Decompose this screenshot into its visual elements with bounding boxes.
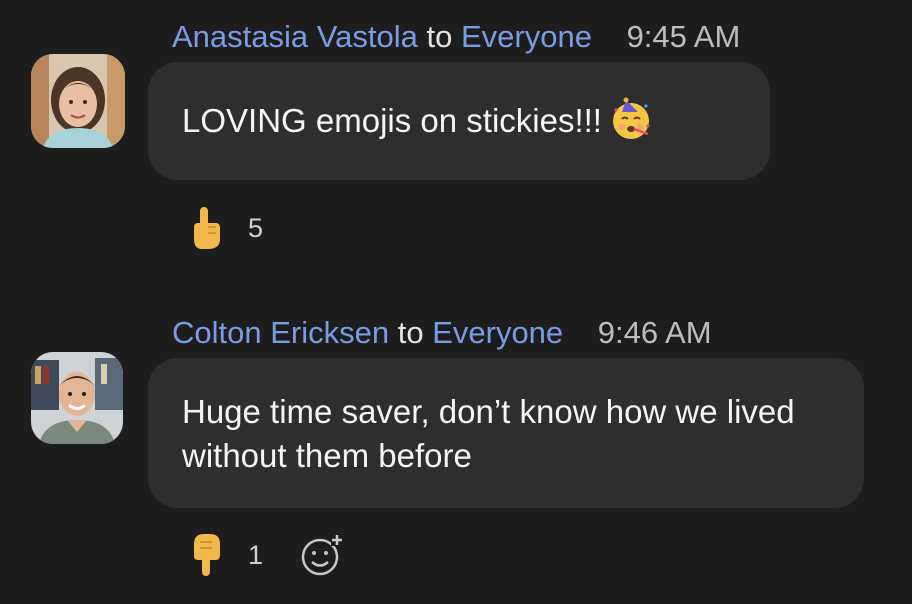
avatar-image — [31, 54, 125, 148]
message-text: LOVING emojis on stickies!!! — [182, 102, 602, 139]
recipient-name[interactable]: Everyone — [432, 315, 563, 350]
recipient-name[interactable]: Everyone — [461, 19, 592, 54]
add-reaction-icon[interactable] — [299, 532, 345, 578]
avatar[interactable] — [31, 54, 125, 148]
message-text: Huge time saver, don’t know how we lived… — [182, 393, 795, 474]
message-header: Anastasia Vastola to Everyone 9:45 AM — [172, 18, 740, 56]
avatar[interactable] — [31, 352, 123, 444]
pointing-down-hand-icon — [194, 534, 220, 576]
reaction-pointing-up[interactable]: 5 — [186, 205, 263, 251]
message-time: 9:45 AM — [626, 19, 741, 54]
sender-name[interactable]: Colton Ericksen — [172, 315, 389, 350]
to-label: to — [397, 315, 424, 350]
message-header: Colton Ericksen to Everyone 9:46 AM — [172, 314, 712, 352]
reaction-count: 1 — [248, 539, 264, 570]
to-label: to — [426, 19, 453, 54]
message-time: 9:46 AM — [597, 315, 712, 350]
message-bubble: LOVING emojis on stickies!!! — [148, 62, 770, 180]
reaction-count: 5 — [248, 212, 264, 243]
message-bubble: Huge time saver, don’t know how we lived… — [148, 358, 864, 508]
reaction-pointing-down[interactable]: 1 — [186, 532, 263, 578]
reactions-bar: 1 — [186, 532, 345, 578]
partying-face-icon — [612, 97, 650, 140]
chat-panel: Anastasia Vastola to Everyone 9:45 AM LO… — [0, 0, 912, 604]
avatar-image — [31, 352, 123, 444]
sender-name[interactable]: Anastasia Vastola — [172, 19, 418, 54]
pointing-up-hand-icon — [194, 207, 220, 249]
reactions-bar: 5 — [186, 205, 263, 251]
